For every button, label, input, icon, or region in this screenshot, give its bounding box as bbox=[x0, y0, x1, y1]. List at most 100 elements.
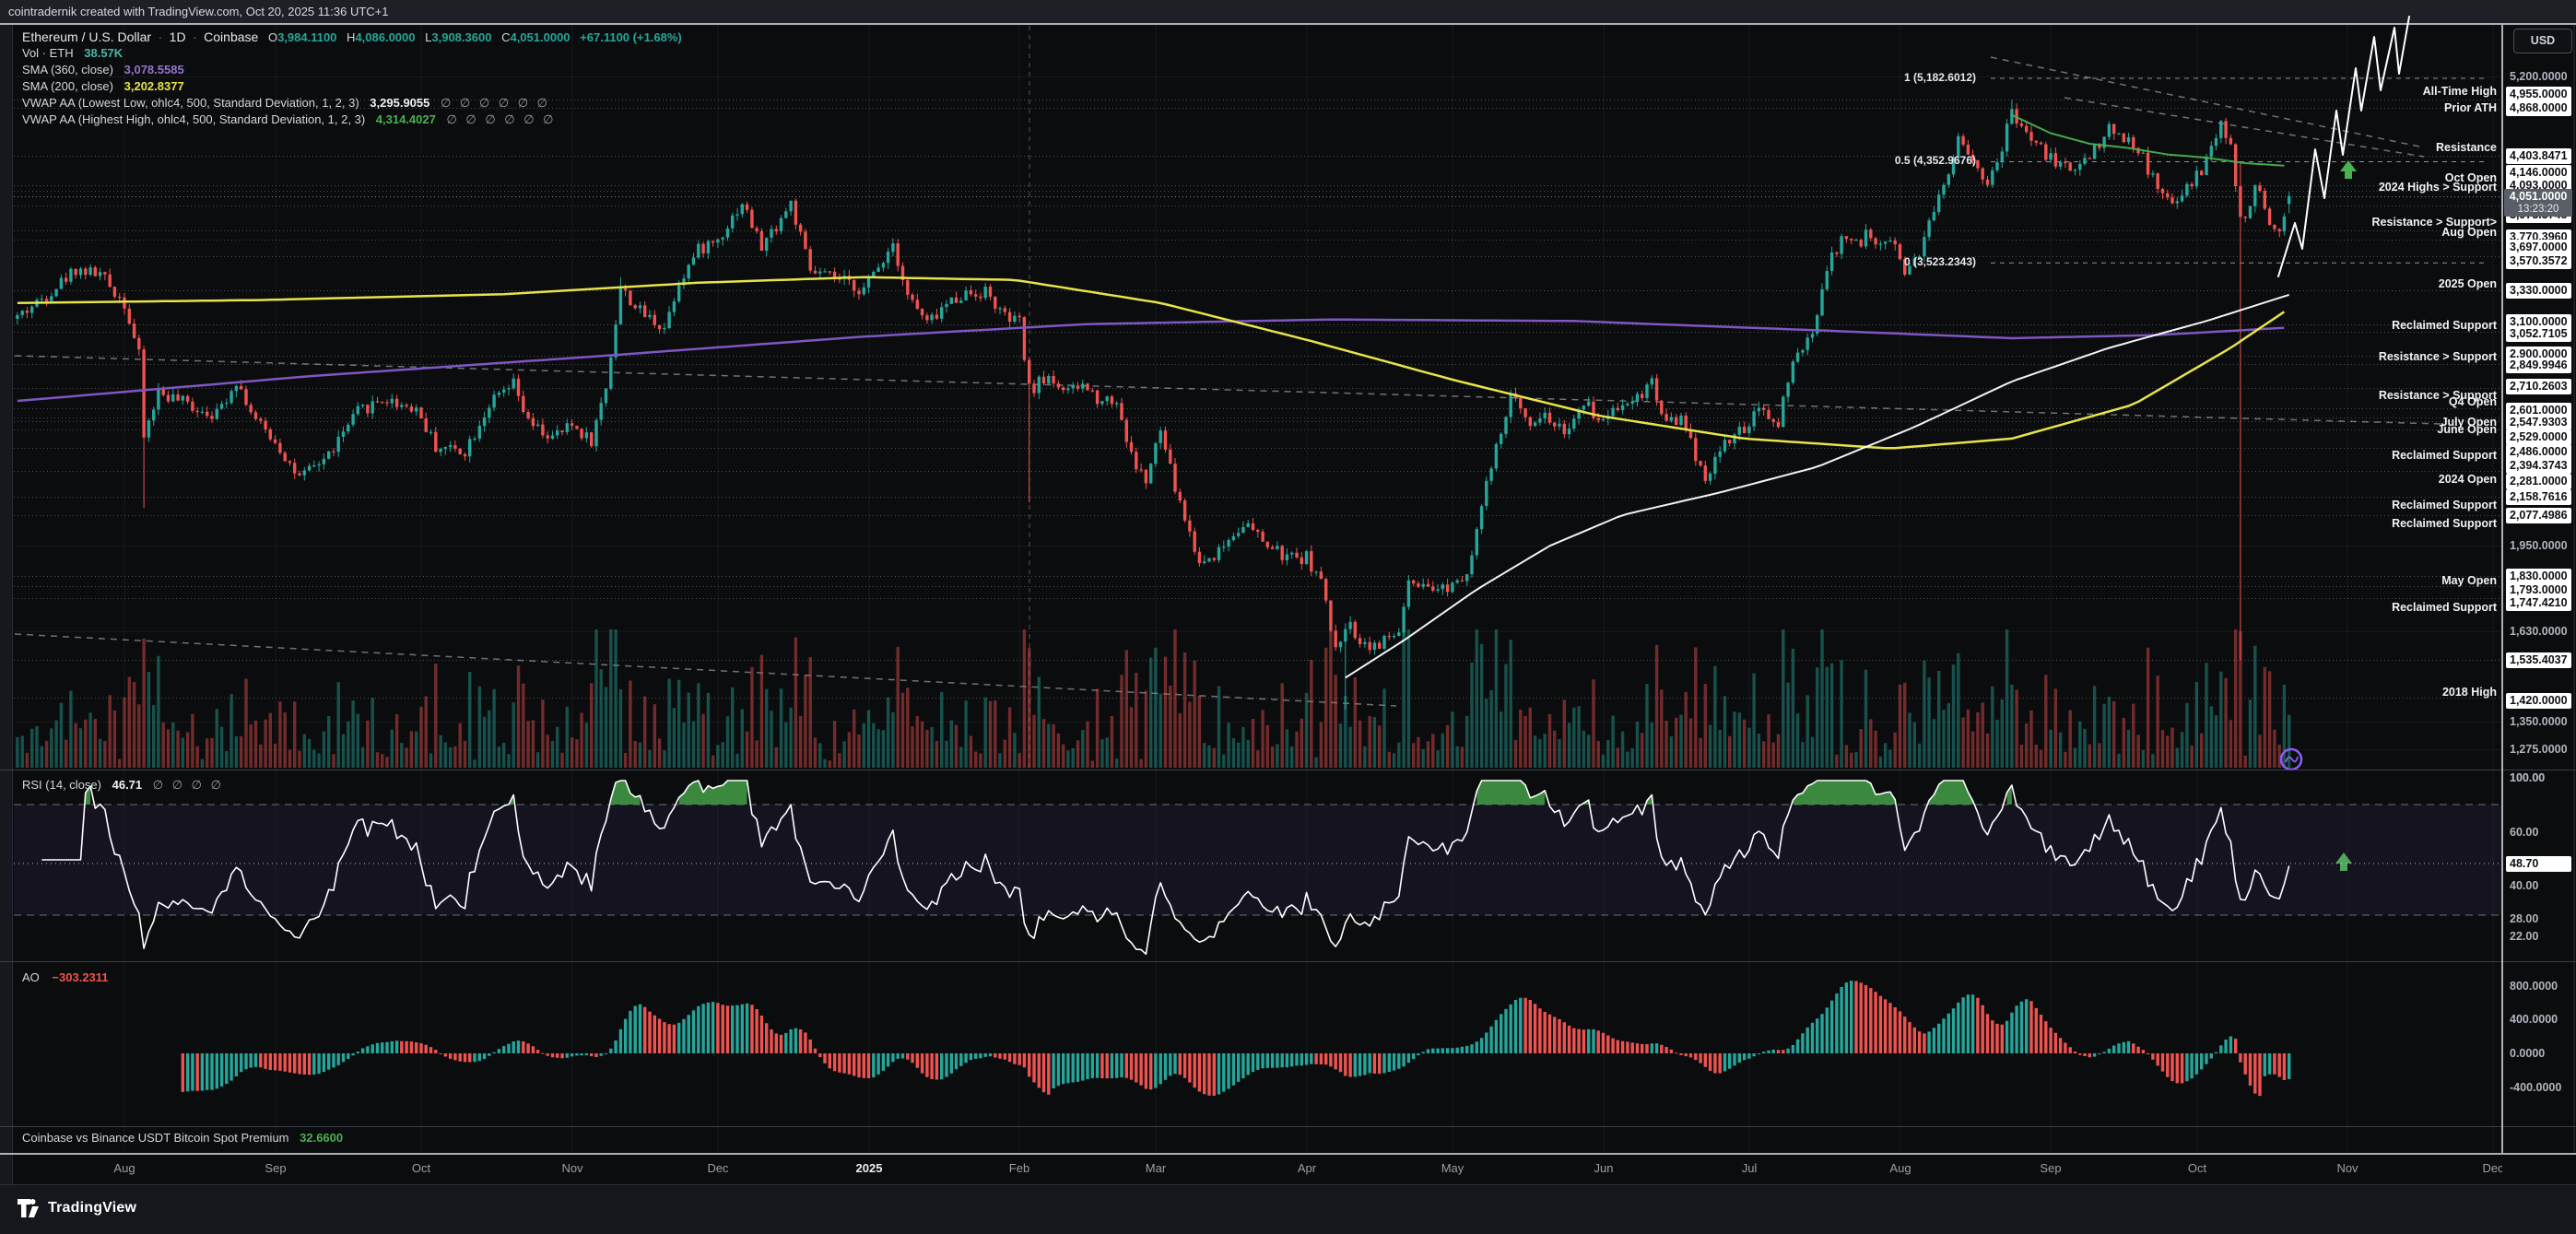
vwap-high-value: 4,314.4027 bbox=[375, 112, 436, 126]
tradingview-logo[interactable]: TradingView bbox=[17, 1198, 136, 1218]
level-annotation[interactable]: Prior ATH bbox=[2444, 101, 2497, 114]
price-chart[interactable] bbox=[0, 0, 2576, 1234]
symbol-interval[interactable]: 1D bbox=[170, 29, 186, 44]
rsi-name: RSI (14, close) bbox=[22, 778, 101, 792]
vwap-low-legend-row[interactable]: VWAP AA (Lowest Low, ohlc4, 500, Standar… bbox=[22, 95, 682, 112]
price-axis-label: 4,868.0000 bbox=[2506, 100, 2571, 116]
high-value: 4,086.0000 bbox=[355, 30, 416, 44]
time-axis-label: Aug bbox=[113, 1161, 135, 1175]
tradingview-chart-window: cointradernik created with TradingView.c… bbox=[0, 0, 2576, 1234]
currency-toggle-button[interactable]: USD bbox=[2513, 29, 2572, 53]
sma360-value: 3,078.5585 bbox=[124, 63, 184, 76]
sma360-legend-row[interactable]: SMA (360, close) 3,078.5585 bbox=[22, 62, 682, 78]
bar-countdown: 13:23:20 bbox=[2517, 204, 2559, 215]
price-axis-label: 1,535.4037 bbox=[2506, 652, 2571, 668]
price-axis-label: 2,547.9303 bbox=[2506, 415, 2571, 430]
low-label: L bbox=[425, 30, 432, 44]
rsi-axis-label: 28.00 bbox=[2510, 912, 2539, 925]
tradingview-logo-icon bbox=[18, 1199, 39, 1217]
level-annotation[interactable]: Reclaimed Support bbox=[2392, 319, 2497, 332]
time-axis[interactable]: Aug Sep Oct Nov Dec 2025 Feb Mar Apr May Jun Jul Aug… bbox=[0, 1155, 2502, 1184]
price-axis-label: 1,350.0000 bbox=[2510, 715, 2568, 728]
level-annotation[interactable]: Resistance bbox=[2436, 141, 2497, 154]
rsi-axis-label: 60.00 bbox=[2510, 826, 2539, 839]
time-axis-label: Dec bbox=[2482, 1161, 2502, 1175]
vwap-high-legend-row[interactable]: VWAP AA (Highest High, ohlc4, 500, Stand… bbox=[22, 112, 682, 128]
price-axis-label: 3,052.7105 bbox=[2506, 326, 2571, 342]
time-axis-label: Jul bbox=[1741, 1161, 1758, 1175]
price-axis-label: 2,158.7616 bbox=[2506, 489, 2571, 505]
time-axis-label: Jun bbox=[1594, 1161, 1614, 1175]
price-axis-label: 3,570.3572 bbox=[2506, 253, 2571, 269]
symbol-legend-row[interactable]: Ethereum / U.S. Dollar · 1D · Coinbase O… bbox=[22, 29, 682, 45]
fib-level-label[interactable]: 1 (5,182.6012) bbox=[1781, 71, 1976, 84]
ao-value: −303.2311 bbox=[52, 970, 109, 984]
level-annotation[interactable]: Q4 Open bbox=[2449, 395, 2497, 408]
rsi-legend-row[interactable]: RSI (14, close) 46.71 ∅ ∅ ∅ ∅ bbox=[22, 778, 224, 793]
rsi-current-label: 48.70 bbox=[2506, 856, 2571, 872]
time-axis-label: Dec bbox=[707, 1161, 729, 1175]
time-axis-label: Oct bbox=[411, 1161, 431, 1175]
separator-dot: · bbox=[158, 30, 163, 44]
time-axis-label: Apr bbox=[1297, 1161, 1317, 1175]
price-axis-label: 1,420.0000 bbox=[2506, 693, 2571, 709]
fib-level-label[interactable]: 0 (3,523.2343) bbox=[1781, 255, 1976, 268]
vwap-high-flags: ∅ ∅ ∅ ∅ ∅ ∅ bbox=[446, 112, 557, 126]
level-annotation[interactable]: Aug Open bbox=[2441, 226, 2497, 239]
symbol-exchange[interactable]: Coinbase bbox=[204, 29, 258, 44]
symbol-title[interactable]: Ethereum / U.S. Dollar bbox=[22, 29, 151, 44]
sma200-value: 3,202.8377 bbox=[124, 79, 184, 93]
close-label: C bbox=[501, 30, 511, 44]
low-value: 3,908.3600 bbox=[431, 30, 492, 44]
close-value: 4,051.0000 bbox=[510, 30, 570, 44]
open-value: 3,984.1100 bbox=[277, 30, 337, 44]
time-axis-label: Sep bbox=[2040, 1161, 2062, 1175]
time-axis-label: Sep bbox=[265, 1161, 287, 1175]
chart-legend: Ethereum / U.S. Dollar · 1D · Coinbase O… bbox=[22, 29, 682, 128]
rsi-value: 46.71 bbox=[112, 778, 143, 792]
level-annotation[interactable]: 2024 Highs > Support bbox=[2379, 181, 2497, 194]
premium-legend-row[interactable]: Coinbase vs Binance USDT Bitcoin Spot Pr… bbox=[22, 1131, 343, 1145]
level-annotation[interactable]: All-Time High bbox=[2423, 85, 2497, 98]
footer-bar: TradingView bbox=[0, 1185, 2576, 1234]
level-annotation[interactable]: 2018 High bbox=[2442, 686, 2497, 699]
sma200-name: SMA (200, close) bbox=[22, 79, 113, 93]
price-axis-label: 2,710.2603 bbox=[2506, 379, 2571, 394]
time-axis-label: Oct bbox=[2187, 1161, 2207, 1175]
level-annotation[interactable]: 2024 Open bbox=[2439, 473, 2497, 486]
ao-axis-label: 400.0000 bbox=[2510, 1013, 2558, 1026]
time-axis-label: Nov bbox=[561, 1161, 583, 1175]
vwap-low-name: VWAP AA (Lowest Low, ohlc4, 500, Standar… bbox=[22, 96, 359, 110]
price-axis-label: 5,200.0000 bbox=[2510, 70, 2568, 83]
ao-legend-row[interactable]: AO −303.2311 bbox=[22, 970, 109, 984]
level-annotation[interactable]: May Open bbox=[2441, 574, 2497, 587]
premium-name: Coinbase vs Binance USDT Bitcoin Spot Pr… bbox=[22, 1131, 289, 1145]
premium-value: 32.6600 bbox=[300, 1131, 344, 1145]
level-annotation[interactable]: June Open bbox=[2437, 423, 2497, 436]
rsi-overbought-fill bbox=[1476, 781, 1546, 805]
tradingview-logo-text: TradingView bbox=[48, 1200, 137, 1216]
level-annotation[interactable]: Reclaimed Support bbox=[2392, 449, 2497, 462]
rsi-axis-label: 100.00 bbox=[2510, 771, 2546, 784]
change-value: +67.1100 (+1.68%) bbox=[580, 30, 682, 44]
price-axis-label: 1,275.0000 bbox=[2510, 743, 2568, 756]
up-arrow-icon bbox=[2340, 160, 2357, 179]
rsi-axis-label: 22.00 bbox=[2510, 930, 2539, 943]
sma200-legend-row[interactable]: SMA (200, close) 3,202.8377 bbox=[22, 78, 682, 95]
separator-dot: · bbox=[193, 30, 197, 44]
level-annotation[interactable]: 2025 Open bbox=[2439, 277, 2497, 290]
time-axis-label: 2025 bbox=[855, 1161, 883, 1175]
time-axis-label: Feb bbox=[1008, 1161, 1030, 1175]
time-axis-label: Nov bbox=[2336, 1161, 2358, 1175]
level-annotation[interactable]: Reclaimed Support bbox=[2392, 499, 2497, 511]
volume-legend-row[interactable]: Vol · ETH 38.57K bbox=[22, 45, 682, 62]
level-annotation[interactable]: Reclaimed Support bbox=[2392, 601, 2497, 614]
price-axis-label: 4,403.8471 bbox=[2506, 148, 2571, 164]
high-label: H bbox=[347, 30, 356, 44]
level-annotation[interactable]: Resistance > Support bbox=[2379, 350, 2497, 363]
price-axis-label: 2,529.0000 bbox=[2506, 429, 2571, 445]
ao-name: AO bbox=[22, 970, 40, 984]
level-annotation[interactable]: Reclaimed Support bbox=[2392, 517, 2497, 530]
ao-axis-label: 0.0000 bbox=[2510, 1047, 2546, 1060]
fib-level-label[interactable]: 0.5 (4,352.9676) bbox=[1781, 154, 1976, 167]
